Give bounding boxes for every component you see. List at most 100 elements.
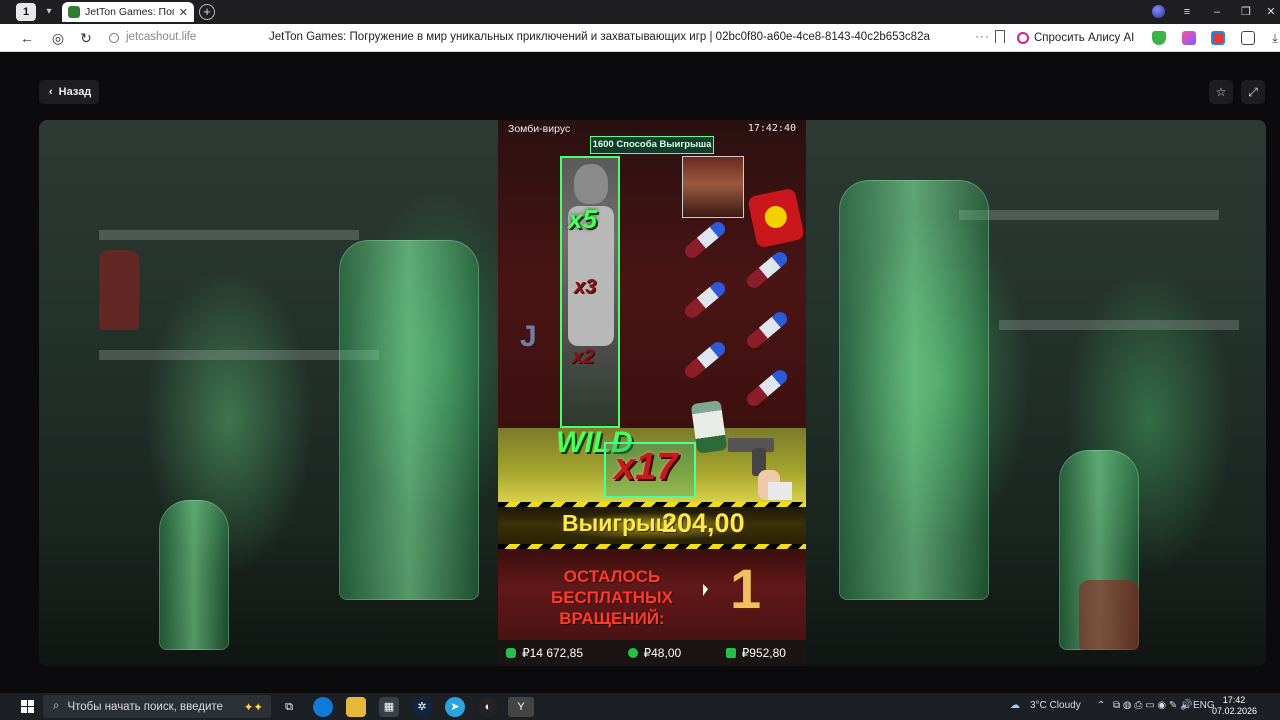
wild-multiplier: x17 — [614, 446, 678, 488]
back-button[interactable]: ‹ Назад — [39, 80, 100, 104]
tray-chevron-icon[interactable]: ⌃ — [1097, 700, 1105, 711]
shelf — [99, 230, 359, 240]
cash-icon — [725, 648, 736, 658]
free-spins-label: ОСТАЛОСЬ БЕСПЛАТНЫХ ВРАЩЕНИЙ: — [550, 567, 674, 628]
search-placeholder: Чтобы начать поиск, введите — [67, 700, 223, 713]
site-info-icon[interactable] — [109, 33, 119, 43]
clock-date: 07.02.2026 — [1212, 706, 1258, 716]
download-icon[interactable]: ⤓ — [1266, 29, 1280, 47]
biohazard-icon — [762, 203, 789, 231]
reload-icon[interactable]: ↻ — [77, 29, 95, 47]
red-bottle — [1079, 580, 1139, 650]
coin-icon — [627, 648, 638, 658]
shelf — [959, 210, 1219, 220]
total-win-value: ₽952,80 — [741, 646, 786, 660]
page-title: JetTon Games: Погружение в мир уникальны… — [269, 31, 930, 43]
bet-value: ₽48,00 — [643, 646, 682, 660]
tab-jetton-games[interactable]: JetTon Games: Погружение ✕ — [62, 2, 194, 22]
glass-jar — [159, 500, 229, 650]
free-spins-count: 1 — [730, 557, 762, 620]
sparkle-icon: ✦✦ — [243, 701, 263, 714]
url-field[interactable]: jetcashout.life — [126, 31, 196, 43]
blood-vial-symbol — [682, 219, 728, 261]
win-label: Выигрыш — [562, 510, 675, 536]
symbol-j: J — [520, 320, 537, 353]
back-arrow-icon[interactable]: ← — [18, 29, 36, 47]
tray-icons[interactable]: ⧉ ◍ ⎙ ▭ ◉ ✎ 🔊 — [1113, 700, 1193, 711]
edge-icon[interactable] — [313, 697, 333, 717]
weather-text[interactable]: 3°C Cloudy — [1030, 700, 1081, 711]
slot-game[interactable]: Зомби-вирус 17:42:40 1600 Способа Выигры… — [498, 120, 806, 666]
close-window-icon[interactable]: ✕ — [1260, 3, 1280, 21]
game-title: Зомби-вирус — [508, 123, 571, 135]
tab-counter[interactable]: 1 — [16, 3, 36, 21]
mouse-cursor-icon — [703, 584, 708, 596]
store-icon[interactable]: ▦ — [379, 697, 399, 717]
alisa-icon — [1017, 32, 1029, 44]
bet[interactable]: ₽48,00 — [627, 646, 682, 660]
balance: ₽14 672,85 — [506, 646, 583, 660]
tab-strip: 1 ▾ JetTon Games: Погружение ✕ + ≡ – ❐ ✕ — [0, 0, 1280, 24]
minimize-icon[interactable]: – — [1206, 3, 1228, 21]
ways-to-win-badge: 1600 Способа Выигрыша — [590, 136, 714, 154]
site-favicon-icon — [68, 6, 80, 18]
total-win: ₽952,80 — [725, 646, 786, 660]
start-windows-icon[interactable] — [21, 700, 34, 713]
blood-vial-symbol — [682, 279, 728, 321]
address-bar: ← ◎ ↻ jetcashout.life JetTon Games: Погр… — [0, 24, 1280, 52]
alisa-button[interactable]: Спросить Алису AI — [1017, 29, 1134, 47]
glass-jar — [339, 240, 479, 600]
back-label: Назад — [58, 86, 92, 98]
zombie-head — [574, 164, 608, 204]
shelf — [99, 350, 379, 360]
file-explorer-icon[interactable] — [346, 697, 366, 717]
taskbar-search[interactable]: ⌕ Чтобы начать поиск, введите ✦✦ — [43, 695, 271, 718]
multiplier-x5: x5 — [568, 204, 597, 234]
blood-vial-symbol — [744, 249, 790, 291]
weather-icon: ☁ — [1010, 700, 1020, 711]
menu-icon[interactable]: ≡ — [1176, 3, 1198, 21]
telegram-icon[interactable]: ➤ — [445, 697, 465, 717]
tab-list-chevron-icon[interactable]: ▾ — [40, 3, 58, 21]
blood-vial-symbol — [744, 367, 790, 409]
hazard-stripe — [498, 502, 806, 507]
extension-red-icon[interactable] — [1211, 31, 1225, 45]
pistol-hand-icon — [728, 438, 792, 500]
blood-vial-symbol — [744, 309, 790, 351]
more-icon[interactable]: ··· — [975, 29, 990, 43]
yandex-profile-icon[interactable] — [1152, 5, 1165, 18]
bookmark-icon[interactable] — [995, 30, 1005, 43]
reader-icon[interactable]: ◎ — [49, 29, 67, 47]
balance-value: ₽14 672,85 — [522, 646, 584, 660]
extension-icon[interactable] — [1182, 31, 1196, 45]
new-tab-icon[interactable]: + — [199, 4, 215, 20]
red-bottle — [99, 250, 139, 330]
game-status-bar: ₽14 672,85 ₽48,00 ₽952,80 — [498, 640, 806, 666]
hazard-stripe — [498, 544, 806, 549]
multiplier-x2: x2 — [572, 346, 595, 368]
blood-vial-symbol — [682, 339, 728, 381]
win-amount: 204,00 — [662, 508, 745, 538]
game-clock: 17:42:40 — [747, 123, 796, 134]
alisa-label: Спросить Алису AI — [1034, 32, 1135, 44]
app-dark-icon[interactable]: ◐ — [478, 697, 498, 717]
task-view-icon[interactable]: ⧉ — [279, 697, 299, 717]
shelf — [999, 320, 1239, 330]
page-content: ‹ Назад ☆ ⤢ Зомби-вирус 17:42:40 1600 Сп… — [0, 53, 1280, 693]
wallet-icon — [506, 648, 516, 658]
clock-time: 17:42 — [1222, 695, 1246, 705]
yandex-browser-icon[interactable]: Y — [508, 697, 534, 717]
multiplier-x3: x3 — [574, 276, 597, 298]
favorite-star-icon[interactable]: ☆ — [1209, 80, 1233, 104]
restore-icon[interactable]: ❐ — [1235, 3, 1257, 21]
shield-icon[interactable] — [1152, 31, 1166, 45]
collections-icon[interactable] — [1241, 31, 1255, 45]
search-icon: ⌕ — [53, 700, 60, 712]
scientist-portrait-symbol — [682, 156, 744, 218]
taskbar-clock[interactable]: 17:42 07.02.2026 — [1212, 695, 1258, 717]
fullscreen-icon[interactable]: ⤢ — [1241, 80, 1265, 104]
glass-jar — [839, 180, 989, 600]
close-tab-icon[interactable]: ✕ — [179, 6, 188, 19]
app-icon[interactable]: ✲ — [412, 697, 432, 717]
chevron-left-icon: ‹ — [49, 86, 53, 98]
